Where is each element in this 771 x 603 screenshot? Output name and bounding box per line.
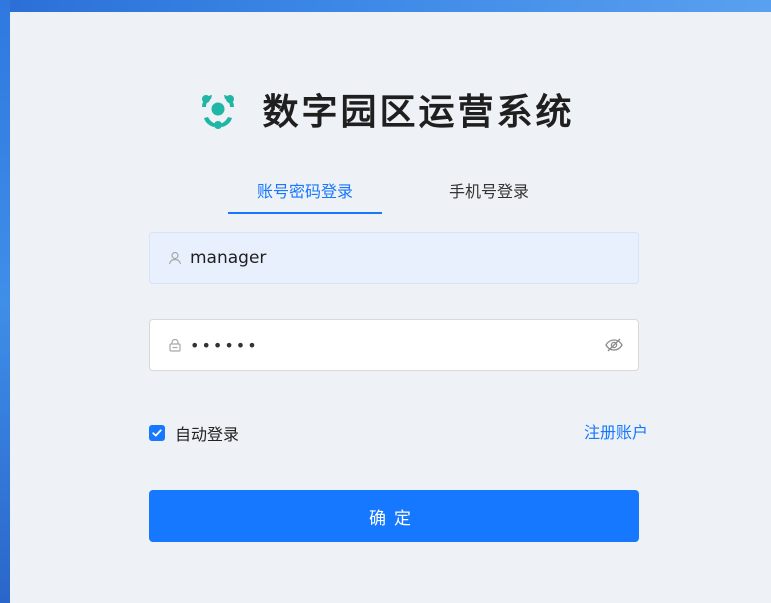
user-icon <box>168 251 182 265</box>
active-tab-indicator <box>228 212 382 214</box>
username-value: manager <box>190 248 267 268</box>
username-field[interactable]: manager <box>149 232 639 284</box>
password-masked-value: •••••• <box>190 335 259 355</box>
password-field[interactable]: •••••• <box>149 319 639 371</box>
brand-logo-icon <box>196 87 240 131</box>
login-card: 数字园区运营系统 账号密码登录 手机号登录 manager •••••• 自动登… <box>10 12 771 603</box>
auto-login-label: 自动登录 <box>175 425 240 444</box>
tab-account-password[interactable]: 账号密码登录 <box>228 168 382 212</box>
auto-login-checkbox[interactable] <box>149 425 165 441</box>
register-link[interactable]: 注册账户 <box>558 422 648 444</box>
lock-icon <box>168 338 182 352</box>
window-top-edge <box>0 0 771 12</box>
tab-phone[interactable]: 手机号登录 <box>412 168 566 212</box>
submit-button[interactable]: 确定 <box>149 490 639 542</box>
eye-off-icon[interactable] <box>604 335 624 355</box>
login-header: 数字园区运营系统 <box>10 74 771 144</box>
login-tabs: 账号密码登录 手机号登录 <box>10 168 771 216</box>
auto-login-option[interactable]: 自动登录 <box>149 422 239 444</box>
window-left-edge <box>0 0 10 603</box>
app-title: 数字园区运营系统 <box>262 92 575 133</box>
